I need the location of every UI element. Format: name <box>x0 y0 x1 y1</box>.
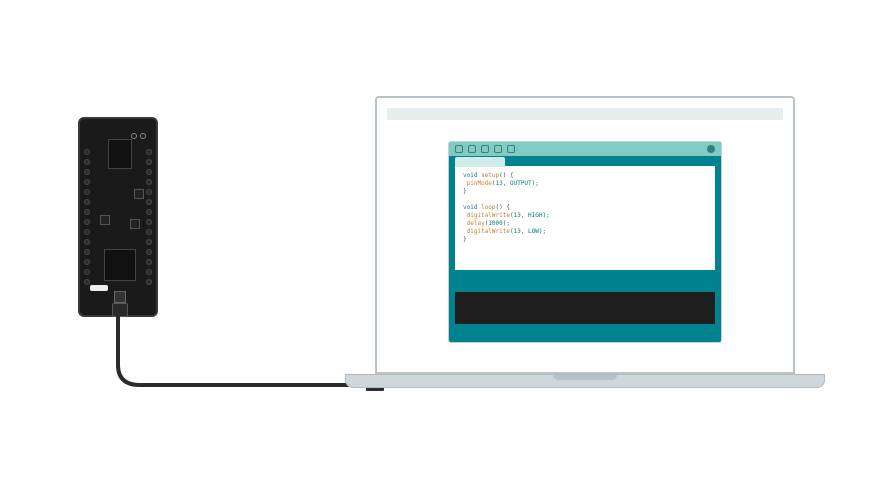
rf-module-chip <box>108 139 132 169</box>
ide-status-bar <box>455 270 715 288</box>
pin-header-left <box>84 149 90 285</box>
laptop-base <box>345 374 825 388</box>
diagram-stage: void setup() { pinMode(13, OUTPUT); } vo… <box>0 0 890 501</box>
laptop-screen: void setup() { pinMode(13, OUTPUT); } vo… <box>375 96 795 374</box>
smd-component <box>100 215 110 225</box>
verify-icon <box>455 145 463 153</box>
save-icon <box>507 145 515 153</box>
sketch-tab <box>455 157 505 167</box>
arduino-board <box>78 117 158 317</box>
reset-button <box>114 291 126 303</box>
usb-port <box>112 303 128 317</box>
serial-monitor-icon <box>707 145 715 153</box>
ide-footer <box>449 324 721 336</box>
status-led <box>90 285 108 291</box>
laptop-notch <box>553 375 617 380</box>
smd-component <box>130 219 140 229</box>
ide-console <box>455 292 715 324</box>
open-icon <box>494 145 502 153</box>
arduino-ide-window: void setup() { pinMode(13, OUTPUT); } vo… <box>449 142 721 342</box>
mcu-chip <box>104 249 136 281</box>
upload-icon <box>468 145 476 153</box>
new-icon <box>481 145 489 153</box>
ide-toolbar <box>449 142 721 156</box>
pin-header-right <box>146 149 152 285</box>
os-dock-bar <box>387 108 783 120</box>
arduino-logo-icon <box>131 133 146 139</box>
smd-component <box>134 189 144 199</box>
ide-tab-bar <box>449 156 721 166</box>
laptop: void setup() { pinMode(13, OUTPUT); } vo… <box>345 96 825 388</box>
code-editor: void setup() { pinMode(13, OUTPUT); } vo… <box>455 166 715 270</box>
